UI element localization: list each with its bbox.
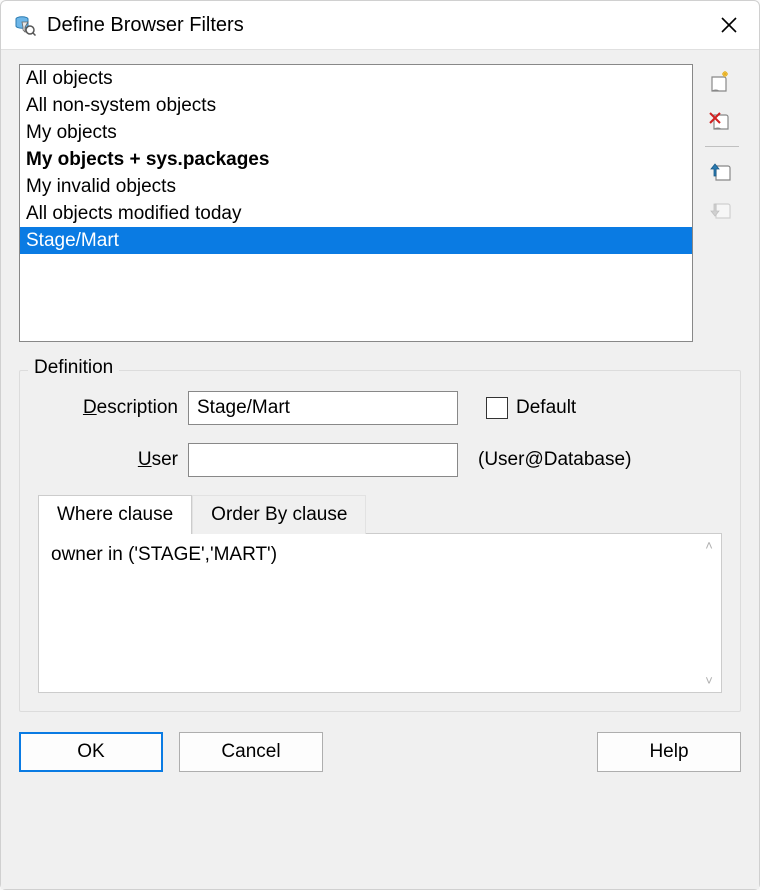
close-button[interactable]	[713, 9, 745, 41]
dialog-title: Define Browser Filters	[47, 14, 713, 37]
dialog-content: All objectsAll non-system objectsMy obje…	[1, 49, 759, 889]
filter-item[interactable]: My invalid objects	[20, 173, 692, 200]
user-label: User	[38, 449, 178, 471]
user-input[interactable]	[188, 443, 458, 477]
default-checkbox[interactable]: Default	[486, 397, 576, 419]
filter-list[interactable]: All objectsAll non-system objectsMy obje…	[19, 64, 693, 342]
textarea-scrollbar[interactable]: ˄ ˅	[697, 534, 721, 692]
description-row: Description Default	[38, 391, 722, 425]
filter-item[interactable]: My objects + sys.packages	[20, 146, 692, 173]
help-button[interactable]: Help	[597, 732, 741, 772]
new-page-icon	[708, 71, 734, 95]
checkbox-box	[486, 397, 508, 419]
close-icon	[721, 17, 737, 33]
delete-page-icon	[708, 109, 734, 133]
definition-legend: Definition	[28, 357, 119, 379]
define-browser-filters-dialog: Define Browser Filters All objectsAll no…	[0, 0, 760, 890]
move-down-button[interactable]	[703, 193, 739, 227]
filter-item[interactable]: All objects	[20, 65, 692, 92]
clause-tabs: Where clause Order By clause	[38, 495, 722, 534]
where-clause-textarea[interactable]	[39, 534, 697, 692]
filter-item[interactable]: All objects modified today	[20, 200, 692, 227]
page-down-icon	[708, 198, 734, 222]
tab-where-clause[interactable]: Where clause	[38, 495, 192, 534]
move-up-button[interactable]	[703, 155, 739, 189]
clause-editor: ˄ ˅	[38, 533, 722, 693]
cancel-button[interactable]: Cancel	[179, 732, 323, 772]
user-row: User (User@Database)	[38, 443, 722, 477]
tab-order-by-clause[interactable]: Order By clause	[192, 495, 366, 534]
filter-item[interactable]: All non-system objects	[20, 92, 692, 119]
definition-group: Definition Description Default User (Use…	[19, 370, 741, 712]
scroll-up-icon: ˄	[699, 538, 719, 553]
filter-item[interactable]: Stage/Mart	[20, 227, 692, 254]
user-suffix: (User@Database)	[478, 449, 631, 471]
description-label: Description	[38, 397, 178, 419]
scroll-down-icon: ˅	[699, 673, 719, 688]
titlebar: Define Browser Filters	[1, 1, 759, 49]
description-input[interactable]	[188, 391, 458, 425]
toolbar-separator	[705, 146, 739, 147]
page-up-icon	[708, 160, 734, 184]
list-toolbar	[703, 64, 741, 342]
filters-row: All objectsAll non-system objectsMy obje…	[19, 64, 741, 342]
filter-item[interactable]: My objects	[20, 119, 692, 146]
filter-db-icon	[13, 13, 37, 37]
delete-filter-button[interactable]	[703, 104, 739, 138]
ok-button[interactable]: OK	[19, 732, 163, 772]
default-label: Default	[516, 397, 576, 419]
new-filter-button[interactable]	[703, 66, 739, 100]
dialog-buttons: OK Cancel Help	[19, 732, 741, 772]
